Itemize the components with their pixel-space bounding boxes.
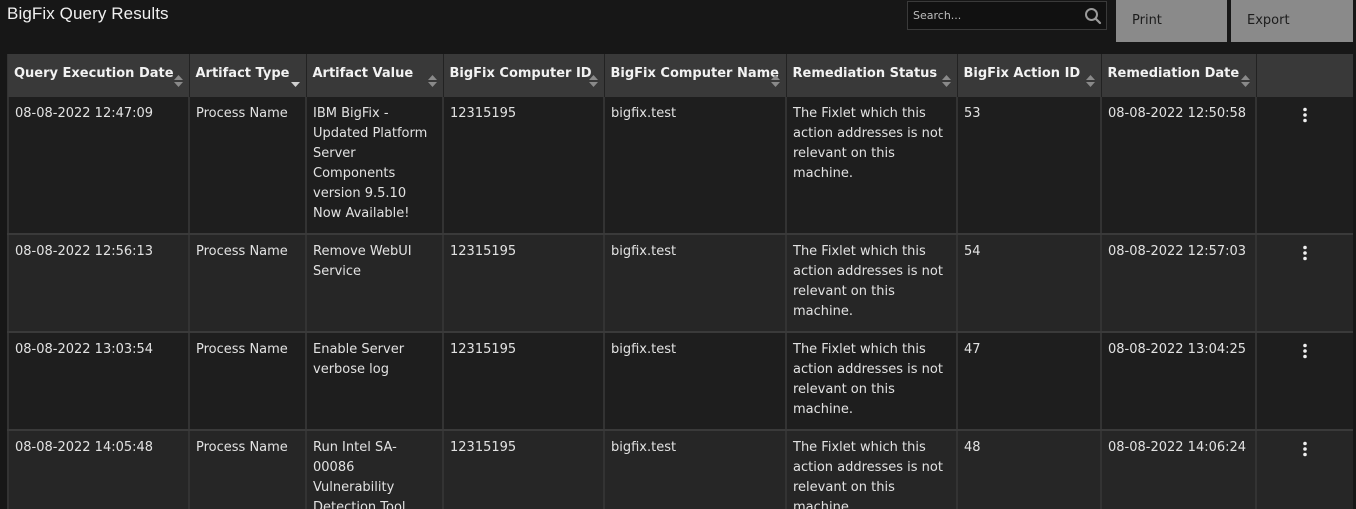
- cell-action-id: 48: [956, 430, 1102, 509]
- kebab-menu-icon[interactable]: [1302, 343, 1308, 359]
- cell-query-execution-date: 08-08-2022 12:47:09: [7, 97, 190, 235]
- table-row[interactable]: 08-08-2022 14:05:48 Process Name Run Int…: [7, 430, 1353, 509]
- table-header-row: Query Execution Date Artifact Type Artif…: [8, 54, 1353, 97]
- cell-computer-name: bigfix.test: [603, 332, 787, 431]
- cell-computer-name: bigfix.test: [603, 97, 787, 235]
- kebab-menu-icon[interactable]: [1302, 441, 1308, 457]
- cell-remediation-date: 08-08-2022 12:57:03: [1100, 234, 1257, 333]
- sort-descending-icon[interactable]: [290, 75, 300, 87]
- cell-artifact-type: Process Name: [188, 234, 307, 333]
- cell-row-actions: [1255, 430, 1353, 509]
- column-header-query-execution-date[interactable]: Query Execution Date: [8, 54, 189, 97]
- cell-remediation-status: The Fixlet which this action addresses i…: [785, 430, 958, 509]
- cell-remediation-status: The Fixlet which this action addresses i…: [785, 234, 958, 333]
- column-header-bigfix-computer-id[interactable]: BigFix Computer ID: [442, 54, 604, 97]
- column-header-actions: [1255, 54, 1353, 97]
- cell-computer-id: 12315195: [442, 430, 605, 509]
- column-header-remediation-status[interactable]: Remediation Status: [785, 54, 957, 97]
- cell-computer-name: bigfix.test: [603, 234, 787, 333]
- cell-action-id: 54: [956, 234, 1102, 333]
- export-button[interactable]: Export: [1231, 0, 1353, 42]
- print-button[interactable]: Print: [1116, 0, 1227, 42]
- kebab-menu-icon[interactable]: [1302, 245, 1308, 261]
- sort-icon[interactable]: [588, 75, 598, 87]
- table-row[interactable]: 08-08-2022 12:56:13 Process Name Remove …: [7, 234, 1353, 333]
- cell-query-execution-date: 08-08-2022 13:03:54: [7, 332, 190, 431]
- column-header-label: BigFix Action ID: [963, 66, 1081, 81]
- cell-computer-id: 12315195: [442, 234, 605, 333]
- cell-artifact-value: Run Intel SA-00086 Vulnerability Detecti…: [305, 430, 444, 509]
- column-header-label: BigFix Computer Name: [610, 66, 779, 81]
- cell-action-id: 47: [956, 332, 1102, 431]
- cell-row-actions: [1255, 234, 1353, 333]
- sort-icon[interactable]: [770, 75, 780, 87]
- cell-computer-id: 12315195: [442, 332, 605, 431]
- column-header-remediation-date[interactable]: Remediation Date: [1100, 54, 1256, 97]
- search-input[interactable]: [908, 2, 1080, 29]
- column-header-label: Artifact Value: [312, 66, 414, 81]
- cell-row-actions: [1255, 97, 1353, 235]
- column-header-bigfix-computer-name[interactable]: BigFix Computer Name: [603, 54, 786, 97]
- sort-icon[interactable]: [1240, 75, 1250, 87]
- column-header-label: Query Execution Date: [14, 66, 174, 81]
- sort-icon[interactable]: [1085, 75, 1095, 87]
- column-header-artifact-value[interactable]: Artifact Value: [305, 54, 443, 97]
- cell-remediation-date: 08-08-2022 13:04:25: [1100, 332, 1257, 431]
- results-table: Query Execution Date Artifact Type Artif…: [7, 54, 1353, 509]
- cell-remediation-status: The Fixlet which this action addresses i…: [785, 332, 958, 431]
- column-header-artifact-type[interactable]: Artifact Type: [188, 54, 306, 97]
- search-box[interactable]: [907, 1, 1107, 30]
- page-title: BigFix Query Results: [7, 4, 169, 23]
- cell-artifact-value: IBM BigFix - Updated Platform Server Com…: [305, 97, 444, 235]
- column-header-label: Artifact Type: [195, 66, 290, 81]
- cell-artifact-type: Process Name: [188, 332, 307, 431]
- sort-icon[interactable]: [941, 75, 951, 87]
- table-row[interactable]: 08-08-2022 12:47:09 Process Name IBM Big…: [7, 97, 1353, 235]
- kebab-menu-icon[interactable]: [1302, 107, 1308, 123]
- cell-remediation-date: 08-08-2022 14:06:24: [1100, 430, 1257, 509]
- sort-icon[interactable]: [173, 75, 183, 87]
- cell-action-id: 53: [956, 97, 1102, 235]
- search-icon[interactable]: [1084, 7, 1102, 25]
- cell-artifact-type: Process Name: [188, 97, 307, 235]
- table-row[interactable]: 08-08-2022 13:03:54 Process Name Enable …: [7, 332, 1353, 431]
- page: BigFix Query Results Print Export Query …: [0, 0, 1356, 509]
- column-header-label: Remediation Status: [792, 66, 938, 81]
- cell-artifact-value: Remove WebUI Service: [305, 234, 444, 333]
- cell-query-execution-date: 08-08-2022 14:05:48: [7, 430, 190, 509]
- cell-row-actions: [1255, 332, 1353, 431]
- cell-computer-name: bigfix.test: [603, 430, 787, 509]
- cell-computer-id: 12315195: [442, 97, 605, 235]
- column-header-bigfix-action-id[interactable]: BigFix Action ID: [956, 54, 1101, 97]
- column-header-label: BigFix Computer ID: [449, 66, 592, 81]
- cell-query-execution-date: 08-08-2022 12:56:13: [7, 234, 190, 333]
- cell-remediation-date: 08-08-2022 12:50:58: [1100, 97, 1257, 235]
- cell-artifact-value: Enable Server verbose log: [305, 332, 444, 431]
- sort-icon[interactable]: [427, 75, 437, 87]
- cell-remediation-status: The Fixlet which this action addresses i…: [785, 97, 958, 235]
- cell-artifact-type: Process Name: [188, 430, 307, 509]
- column-header-label: Remediation Date: [1107, 66, 1240, 81]
